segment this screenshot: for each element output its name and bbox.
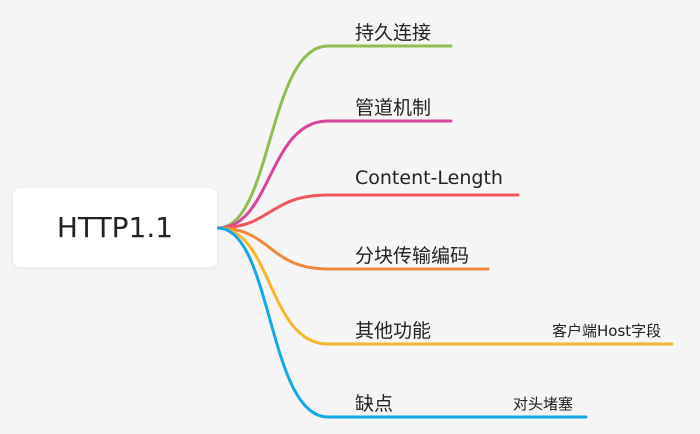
- branch-6-label[interactable]: 缺点: [355, 389, 393, 416]
- branch-1-label[interactable]: 持久连接: [355, 18, 431, 45]
- root-node[interactable]: HTTP1.1: [13, 188, 217, 267]
- connector-branch-3: [216, 193, 520, 230]
- branch-3-label[interactable]: Content-Length: [355, 167, 503, 189]
- branch-5-child-label[interactable]: 客户端Host字段: [552, 320, 661, 341]
- branch-4-label[interactable]: 分块传输编码: [355, 241, 469, 268]
- mindmap-canvas: HTTP1.1 持久连接 管道机制 Content-Length 分块传输编码 …: [0, 0, 700, 434]
- branch-2-label[interactable]: 管道机制: [355, 93, 431, 120]
- connector-branch-1: [216, 44, 453, 230]
- root-node-label: HTTP1.1: [56, 211, 174, 244]
- branch-5-label[interactable]: 其他功能: [355, 316, 431, 343]
- branch-6-child-label[interactable]: 对头堵塞: [513, 393, 573, 414]
